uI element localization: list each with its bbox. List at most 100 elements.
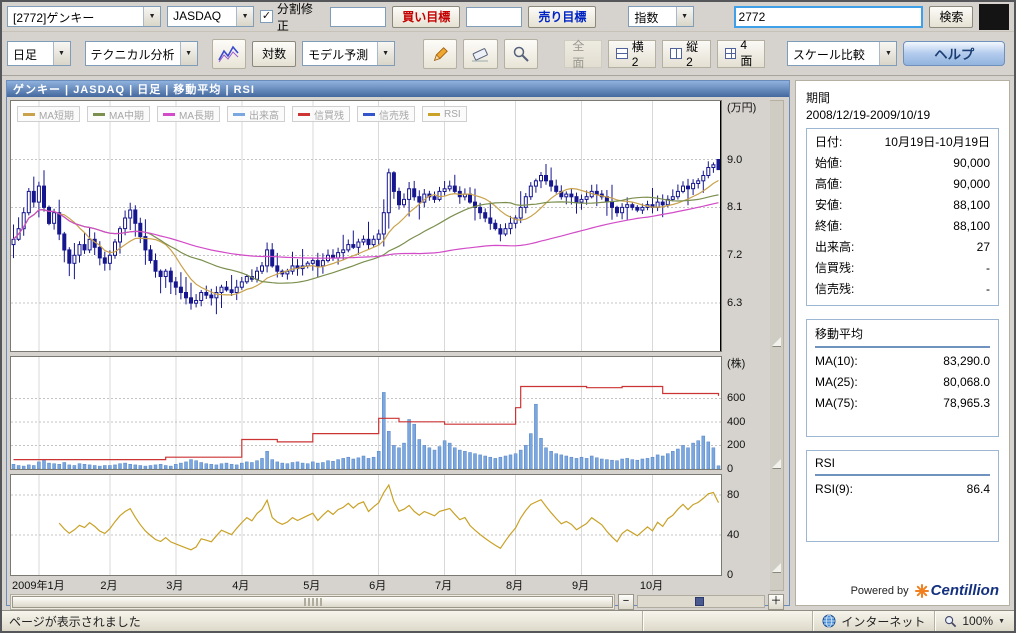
legend-label: MA長期 xyxy=(179,107,214,122)
legend-chip[interactable]: MA短期 xyxy=(17,106,80,122)
chart-header: ゲンキー | JASDAQ | 日足 | 移動平均 | RSI xyxy=(7,81,789,97)
buy-target-button[interactable]: 買い目標 xyxy=(392,6,460,28)
scrollbar-grip xyxy=(304,598,322,606)
legend-swatch-icon xyxy=(23,113,35,116)
price-pane[interactable]: MA短期 MA中期 MA長期出来高信買残信売残 RSI xyxy=(10,100,722,352)
volume-pane[interactable] xyxy=(10,356,722,470)
period-combo[interactable]: 日足 ▼ xyxy=(7,41,71,66)
technical-combo-value: テクニカル分析 xyxy=(86,42,180,65)
legend-chip[interactable]: 信買残 xyxy=(292,106,350,122)
rsi-pane[interactable] xyxy=(10,474,722,576)
x-axis-label: 6月 xyxy=(369,577,386,593)
chevron-down-icon[interactable]: ▼ xyxy=(879,42,896,65)
quote-value: - xyxy=(986,279,990,300)
symbol-combo[interactable]: [2772]ゲンキー ▼ xyxy=(7,6,161,27)
buy-target-input[interactable] xyxy=(330,7,386,27)
layout-full-label: 全面 xyxy=(572,37,594,71)
rsi-value: 86.4 xyxy=(967,479,990,500)
search-button[interactable]: 検索 xyxy=(929,6,973,28)
security-zone[interactable]: インターネット xyxy=(812,611,934,631)
y-axis-label: 9.0 xyxy=(727,154,742,166)
status-bar: ページが表示されました インターネット 100% ▼ xyxy=(2,610,1014,631)
legend-label: MA中期 xyxy=(109,107,144,122)
candlestick-chart[interactable] xyxy=(11,101,721,351)
layout-h2-label: 横2 xyxy=(632,38,649,69)
chevron-down-icon[interactable]: ▼ xyxy=(998,618,1005,625)
rsi-chart[interactable] xyxy=(11,475,721,575)
legend-swatch-icon xyxy=(233,113,245,116)
scrollbar-track[interactable] xyxy=(10,594,615,610)
zoom-level-icon xyxy=(944,615,957,628)
layout-full-button[interactable]: 全面 xyxy=(564,40,602,68)
line-chart-icon[interactable] xyxy=(212,39,247,69)
ma-label: MA(75): xyxy=(815,393,858,414)
technical-combo[interactable]: テクニカル分析 ▼ xyxy=(85,41,198,66)
y-axis-label: 7.2 xyxy=(727,249,742,261)
pane-resize-handle[interactable] xyxy=(772,563,781,572)
y-axis-label: 200 xyxy=(727,439,745,451)
x-axis-label: 8月 xyxy=(506,577,523,593)
legend-chip[interactable]: MA長期 xyxy=(157,106,220,122)
period-title: 期間 xyxy=(806,89,999,106)
quote-value: 90,000 xyxy=(953,153,990,174)
split-quad-icon xyxy=(725,48,737,59)
period-range: 2008/12/19-2009/10/19 xyxy=(806,108,999,122)
eraser-tool-button[interactable] xyxy=(463,39,498,69)
layout-v2-button[interactable]: 縦2 xyxy=(662,40,710,68)
status-spacer xyxy=(642,611,812,631)
quote-label: 安値: xyxy=(815,195,842,216)
chart-scrollbar: − ＋ xyxy=(10,593,784,610)
window-corner xyxy=(979,4,1009,30)
zoom-tool-button[interactable] xyxy=(504,39,539,69)
pane-resize-handle[interactable] xyxy=(772,337,781,346)
layout-4-button[interactable]: 4面 xyxy=(717,40,765,68)
code-input[interactable] xyxy=(734,6,924,28)
help-button[interactable]: ヘルプ xyxy=(903,41,1005,66)
layout-h2-button[interactable]: 横2 xyxy=(608,40,656,68)
pen-tool-button[interactable] xyxy=(423,39,458,69)
index-combo[interactable]: 指数 ▼ xyxy=(628,6,693,27)
legend-chip[interactable]: 出来高 xyxy=(227,106,285,122)
pane-resize-handle[interactable] xyxy=(772,459,781,468)
scrollbar-thumb[interactable] xyxy=(12,596,613,608)
log-scale-button[interactable]: 対数 xyxy=(252,41,296,67)
y-axis-label: 80 xyxy=(727,489,739,501)
quote-row: 信買残:- xyxy=(815,258,990,279)
legend-swatch-icon xyxy=(428,113,440,116)
quote-row: 終値:88,100 xyxy=(815,216,990,237)
chevron-down-icon[interactable]: ▼ xyxy=(53,42,70,65)
legend-chip[interactable]: 信売残 xyxy=(357,106,415,122)
chevron-down-icon[interactable]: ▼ xyxy=(377,42,394,65)
x-axis-label: 10月 xyxy=(640,577,663,593)
chevron-down-icon[interactable]: ▼ xyxy=(676,7,693,26)
sell-target-input[interactable] xyxy=(466,7,522,27)
chevron-down-icon[interactable]: ▼ xyxy=(143,7,160,26)
chevron-down-icon[interactable]: ▼ xyxy=(180,42,197,65)
sell-target-button[interactable]: 売り目標 xyxy=(528,6,596,28)
split-adjust-checkbox[interactable]: ✓ 分割修正 xyxy=(260,0,324,34)
model-forecast-value: モデル予測 xyxy=(303,42,376,65)
volume-chart[interactable] xyxy=(11,357,721,469)
rsi-title: RSI xyxy=(815,454,990,476)
zoom-slider-thumb[interactable] xyxy=(695,597,704,606)
legend-swatch-icon xyxy=(298,113,310,116)
market-combo[interactable]: JASDAQ ▼ xyxy=(167,6,254,27)
quote-label: 始値: xyxy=(815,153,842,174)
zoom-in-button[interactable]: ＋ xyxy=(768,594,784,610)
legend-chip[interactable]: MA中期 xyxy=(87,106,150,122)
scale-compare-combo[interactable]: スケール比較 ▼ xyxy=(787,41,898,66)
quote-value: 88,100 xyxy=(953,195,990,216)
x-axis-label: 2009年1月 xyxy=(12,577,65,593)
quote-row: 安値: 88,100 xyxy=(815,195,990,216)
legend-swatch-icon xyxy=(363,113,375,116)
chevron-down-icon[interactable]: ▼ xyxy=(236,7,253,26)
zoom-slider-track[interactable] xyxy=(637,595,765,608)
y-axis-labels: (万円)9.08.17.26.3(株)600400200080400 xyxy=(722,100,770,591)
split-adjust-label: 分割修正 xyxy=(277,0,324,34)
checkbox-check-icon[interactable]: ✓ xyxy=(260,10,273,23)
zoom-out-button[interactable]: − xyxy=(618,594,634,610)
globe-icon xyxy=(822,614,836,628)
zoom-control[interactable]: 100% ▼ xyxy=(934,611,1014,631)
legend-chip[interactable]: RSI xyxy=(422,106,467,122)
model-forecast-combo[interactable]: モデル予測 ▼ xyxy=(302,41,394,66)
